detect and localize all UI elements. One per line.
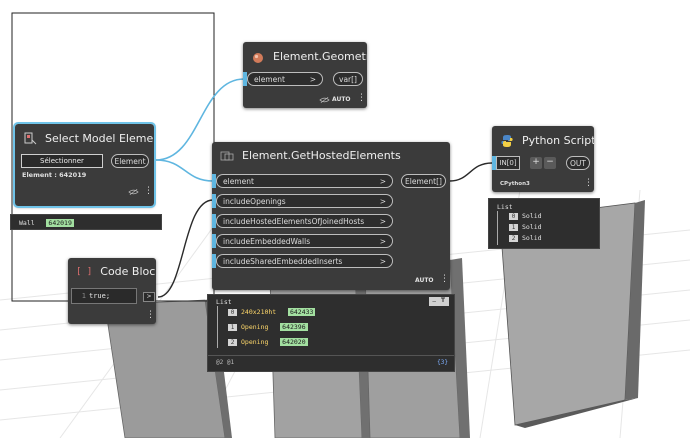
preview-list-count: {3}: [437, 359, 448, 366]
select-element-icon: [24, 132, 37, 145]
lacing-label[interactable]: AUTO: [415, 277, 434, 284]
output-port-element-list[interactable]: Element[]: [401, 174, 446, 188]
preview-value: 642019: [46, 219, 74, 227]
node-header[interactable]: Select Model Element: [15, 124, 154, 154]
output-port-out[interactable]: OUT: [566, 156, 590, 170]
node-title: Select Model Element: [45, 132, 154, 145]
input-port-element[interactable]: element >: [247, 72, 323, 86]
node-menu-icon[interactable]: ⋮: [357, 93, 366, 103]
node-title: Element.Geometry: [273, 50, 367, 63]
geometry-icon: [253, 53, 263, 63]
preview-tree-line: [497, 211, 498, 245]
preview-list-levels: @2 @1: [216, 359, 235, 366]
code-editor[interactable]: 1 true;: [71, 288, 137, 304]
preview-list-header: List: [216, 298, 232, 306]
list-item-label: 240x210ht: [241, 308, 277, 316]
node-header[interactable]: Python Script: [492, 126, 594, 156]
list-index: 2: [228, 339, 237, 346]
element-geometry-node[interactable]: Element.Geometry element > var[] AUTO ⋮: [243, 42, 367, 108]
list-item: 0 240x210ht 642433: [228, 308, 316, 316]
node-menu-icon[interactable]: ⋮: [144, 186, 153, 196]
preview-list-header: List: [497, 203, 513, 211]
output-port-code[interactable]: >: [143, 292, 155, 302]
input-port-in0[interactable]: IN[0]: [496, 156, 520, 170]
preview-footer-divider: [208, 355, 454, 356]
list-item: 2 Opening 642020: [228, 338, 308, 346]
select-model-element-node[interactable]: Select Model Element Sélectionner Elemen…: [13, 122, 156, 208]
node-header[interactable]: Element.Geometry: [243, 42, 367, 72]
hosted-elements-icon: [220, 151, 234, 161]
code-block-icon: [ ]: [76, 267, 93, 277]
python-engine-label[interactable]: CPython3: [500, 181, 530, 187]
eye-hidden-icon[interactable]: [128, 188, 139, 196]
input-arrow: >: [379, 197, 386, 206]
preview-tree-line: [217, 306, 218, 348]
input-arrow: >: [379, 237, 386, 246]
list-item: 2 Solid: [509, 234, 542, 242]
list-item-value: Solid: [522, 234, 542, 242]
list-item-value: Solid: [522, 212, 542, 220]
input-port-includehostedelementsofjoinedhosts[interactable]: includeHostedElementsOfJoinedHosts >: [216, 214, 393, 228]
input-arrow: >: [379, 257, 386, 266]
element-gethostedelements-node[interactable]: Element.GetHostedElements element > incl…: [212, 142, 450, 290]
list-item-value: 642433: [287, 308, 316, 316]
wire-hosted-to-python: [449, 162, 493, 182]
input-port-element[interactable]: element >: [216, 174, 393, 188]
pin-icon: [440, 297, 445, 302]
input-arrow: >: [379, 177, 386, 186]
output-port-element[interactable]: Element: [111, 154, 149, 168]
node-header[interactable]: Element.GetHostedElements: [212, 142, 450, 170]
node-menu-icon[interactable]: ⋮: [440, 274, 449, 284]
list-index: 0: [228, 309, 237, 316]
list-item-label: Opening: [241, 323, 269, 331]
list-item: 1 Opening 642396: [228, 323, 308, 331]
code-text: true;: [89, 292, 111, 300]
list-index: 1: [228, 324, 237, 331]
remove-input-button[interactable]: −: [544, 157, 556, 169]
line-number: 1: [81, 292, 86, 300]
python-preview-bubble[interactable]: List 0 Solid 1 Solid 2 Solid: [488, 198, 600, 249]
list-item: 1 Solid: [509, 223, 542, 231]
node-title: Element.GetHostedElements: [242, 149, 401, 162]
list-item: 0 Solid: [509, 212, 542, 220]
add-input-button[interactable]: +: [530, 157, 542, 169]
output-port-var[interactable]: var[]: [333, 72, 363, 86]
input-arrow: >: [379, 217, 386, 226]
list-item-label: Opening: [241, 338, 269, 346]
input-port-includeopenings[interactable]: includeOpenings >: [216, 194, 393, 208]
input-port-includeembeddedwalls[interactable]: includeEmbeddedWalls >: [216, 234, 393, 248]
list-item-value: 642396: [280, 323, 308, 331]
list-item-value: 642020: [280, 338, 308, 346]
python-icon: [501, 135, 513, 147]
node-title: Code Block: [100, 265, 156, 278]
input-port-includesharedembeddedinserts[interactable]: includeSharedEmbeddedInserts >: [216, 254, 393, 268]
select-preview-bubble[interactable]: Wall 642019: [10, 214, 162, 230]
input-arrow: >: [309, 75, 316, 84]
select-button[interactable]: Sélectionner: [21, 154, 103, 168]
node-header[interactable]: [ ] Code Block: [68, 258, 156, 286]
list-index: 1: [509, 224, 518, 231]
preview-pin-button[interactable]: –: [429, 297, 449, 306]
selected-element-info: Element : 642019: [22, 171, 87, 179]
node-menu-icon[interactable]: ⋮: [146, 310, 155, 320]
node-title: Python Script: [522, 134, 594, 147]
wire-code-to-hosted: [157, 199, 214, 298]
code-block-node[interactable]: [ ] Code Block 1 true; > ⋮: [68, 258, 156, 324]
python-script-node[interactable]: Python Script IN[0] + − OUT CPython3 ⋮: [492, 126, 594, 192]
eye-hidden-icon[interactable]: [319, 96, 330, 104]
list-item-value: Solid: [522, 223, 542, 231]
preview-type-label: Wall: [19, 219, 35, 227]
lacing-label[interactable]: AUTO: [332, 96, 351, 103]
wire-select-to-hosted: [155, 159, 214, 182]
dynamo-canvas[interactable]: Select Model Element Sélectionner Elemen…: [0, 0, 690, 438]
list-index: 0: [509, 213, 518, 220]
hosted-preview-bubble[interactable]: List – 0 240x210ht 642433 1 Opening 642396…: [207, 294, 455, 372]
node-menu-icon[interactable]: ⋮: [584, 178, 593, 188]
list-index: 2: [509, 235, 518, 242]
